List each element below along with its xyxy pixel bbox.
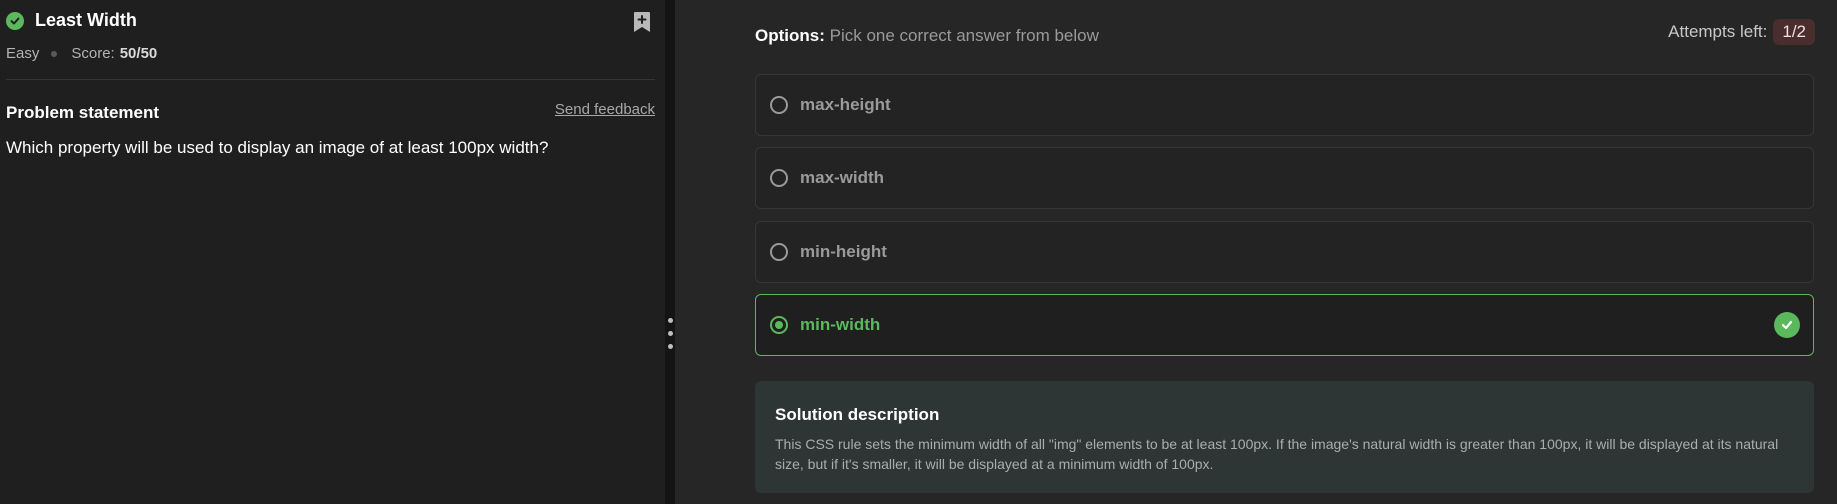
solution-text: This CSS rule sets the minimum width of …	[775, 436, 1779, 472]
radio-button[interactable]	[770, 169, 788, 187]
attempts-badge: 1/2	[1773, 19, 1815, 45]
bookmark-add-icon[interactable]	[633, 11, 651, 33]
option-label: min-width	[800, 315, 881, 334]
drag-handle-icon[interactable]	[668, 331, 673, 336]
solution-title: Solution description	[775, 405, 940, 424]
divider	[6, 79, 655, 80]
question-text: Which property will be used to display a…	[6, 138, 549, 157]
option-label: max-width	[800, 168, 885, 187]
radio-button-selected[interactable]	[770, 316, 788, 334]
option-max-height[interactable]: max-height	[755, 74, 1814, 136]
options-heading-text: Pick one correct answer from below	[824, 26, 1099, 45]
radio-button[interactable]	[770, 96, 788, 114]
option-label: min-height	[800, 242, 887, 261]
solution-card: Solution description This CSS rule sets …	[755, 381, 1814, 493]
problem-meta: Easy Score: 50/50	[6, 45, 157, 62]
app-root: Least Width Easy Score: 50/50 Problem st…	[0, 0, 1837, 504]
problem-panel: Least Width Easy Score: 50/50 Problem st…	[0, 0, 665, 504]
separator-dot	[51, 50, 58, 57]
score-label: Score:	[71, 45, 115, 62]
solved-check-icon	[6, 11, 24, 30]
correct-check-icon	[1774, 312, 1800, 338]
option-label: max-height	[800, 95, 891, 114]
panel-splitter[interactable]	[665, 0, 675, 504]
problem-statement-heading: Problem statement	[6, 103, 160, 122]
problem-title: Least Width	[35, 10, 137, 30]
option-max-width[interactable]: max-width	[755, 147, 1814, 209]
options-heading-bold: Options:	[755, 26, 825, 45]
radio-button[interactable]	[770, 243, 788, 261]
option-min-height[interactable]: min-height	[755, 221, 1814, 283]
score-value: 50/50	[119, 45, 158, 62]
attempts-label: Attempts left:	[1668, 22, 1768, 41]
options-heading: Options: Pick one correct answer from be…	[755, 26, 1099, 46]
drag-handle-icon[interactable]	[668, 344, 673, 349]
send-feedback-link[interactable]: Send feedback	[555, 101, 655, 118]
option-min-width[interactable]: min-width	[755, 294, 1814, 356]
problem-title-row: Least Width	[6, 10, 137, 31]
difficulty-label: Easy	[6, 45, 40, 62]
attempts-indicator: Attempts left: 1/2	[1668, 19, 1815, 45]
drag-handle-icon[interactable]	[668, 318, 673, 323]
